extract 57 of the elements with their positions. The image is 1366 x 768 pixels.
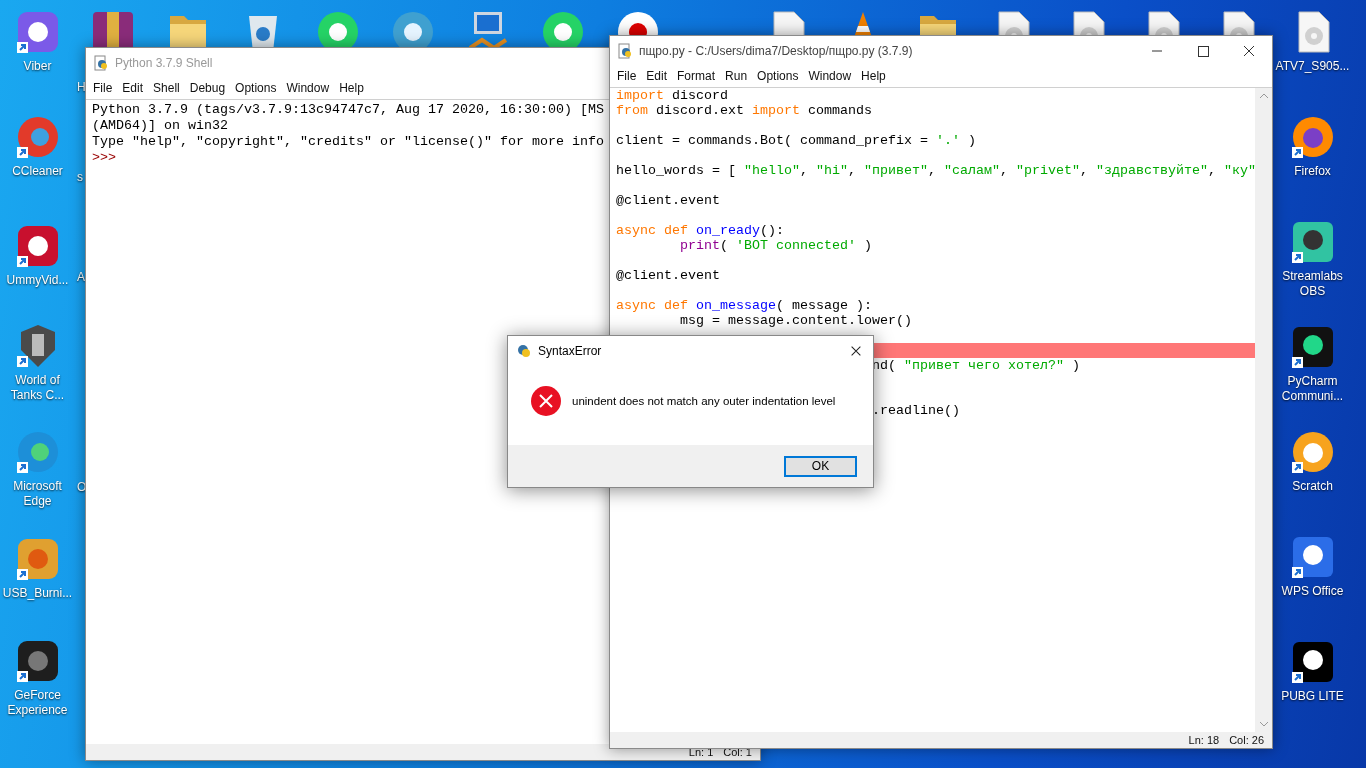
menu-item[interactable]: Format bbox=[672, 69, 721, 83]
icon-label: Firefox bbox=[1293, 164, 1332, 179]
menu-item[interactable]: Run bbox=[720, 69, 753, 83]
menu-item[interactable]: Edit bbox=[641, 69, 673, 83]
icon-label: USB_Burni... bbox=[1, 586, 74, 601]
console-line: Type "help", "copyright", "credits" or "license()" for more info bbox=[92, 134, 604, 149]
icon-label: Scratch bbox=[1291, 479, 1334, 494]
icon-label: World of Tanks C... bbox=[9, 373, 66, 403]
console-line: (AMD64)] on win32 bbox=[92, 118, 228, 133]
icon-label: ATV7_S905... bbox=[1275, 59, 1350, 74]
menu-item[interactable]: Options bbox=[752, 69, 804, 83]
icon-label: Streamlabs OBS bbox=[1281, 269, 1344, 299]
window-title: Python 3.7.9 Shell bbox=[115, 55, 213, 70]
icon-label: A bbox=[77, 270, 85, 284]
code-line: @client.event bbox=[615, 268, 721, 283]
menu-item[interactable]: Options bbox=[230, 81, 282, 95]
icon-label: WPS Office bbox=[1280, 584, 1345, 599]
menu-item[interactable]: Debug bbox=[184, 81, 231, 95]
code-line: hello_words = [ "hello", "hi", "привет", "салам", "privet", "здравствуйте", "ку" bbox=[615, 163, 1255, 178]
console-line: Python 3.7.9 (tags/v3.7.9:13c94747c7, Aug 17 2020, 16:30:00) [MS bbox=[92, 102, 604, 117]
icon-label: UmmyVid... bbox=[5, 273, 70, 288]
window-title: пщро.py - C:/Users/dima7/Desktop/пщро.py (3.7.9) bbox=[639, 43, 913, 58]
code-line: print( 'BOT connected' ) bbox=[679, 238, 873, 253]
error-icon bbox=[530, 384, 562, 417]
icon-label: PyCharm Communi... bbox=[1280, 374, 1345, 404]
error-message: unindent does not match any outer indentation level bbox=[572, 394, 836, 407]
close-icon[interactable] bbox=[849, 344, 863, 358]
python-icon bbox=[516, 343, 532, 359]
line-number-status: Ln: 18 bbox=[1188, 734, 1220, 746]
menu-item[interactable]: Help bbox=[334, 81, 369, 95]
ok-button[interactable]: OK bbox=[784, 455, 857, 477]
icon-label: Viber bbox=[22, 59, 53, 74]
icon-label: CCleaner bbox=[11, 164, 64, 179]
menu-item[interactable]: Shell bbox=[148, 81, 185, 95]
code-line: @client.event bbox=[615, 193, 721, 208]
code-line: msg = message.content.lower() bbox=[679, 313, 913, 328]
python-file-icon bbox=[93, 54, 109, 71]
icon-label: PUBG LITE bbox=[1280, 689, 1345, 704]
menu-item[interactable]: Help bbox=[856, 69, 891, 83]
code-line: client = commands.Bot( command_prefix = '.' ) bbox=[615, 133, 977, 148]
code-line: from discord.ext import commands bbox=[615, 103, 873, 118]
icon-label: Microsoft Edge bbox=[12, 479, 63, 509]
prompt: >>> bbox=[92, 150, 116, 165]
menu-item[interactable]: Edit bbox=[117, 81, 149, 95]
menu-item[interactable]: File bbox=[88, 81, 118, 95]
menu-item[interactable]: File bbox=[612, 69, 642, 83]
code-line: async def on_message( message ): bbox=[615, 298, 873, 313]
dialog-title: SyntaxError bbox=[538, 344, 602, 358]
menu-item[interactable]: Window bbox=[803, 69, 857, 83]
icon-label: H bbox=[77, 80, 86, 94]
code-line: async def on_ready(): bbox=[615, 223, 785, 238]
code-line: import discord bbox=[615, 88, 729, 103]
icon-label: s bbox=[77, 170, 83, 184]
python-file-icon bbox=[617, 42, 633, 59]
menu-item[interactable]: Window bbox=[281, 81, 335, 95]
column-number-status: Col: 26 bbox=[1229, 734, 1264, 746]
icon-label: GeForce Experience bbox=[6, 688, 69, 718]
